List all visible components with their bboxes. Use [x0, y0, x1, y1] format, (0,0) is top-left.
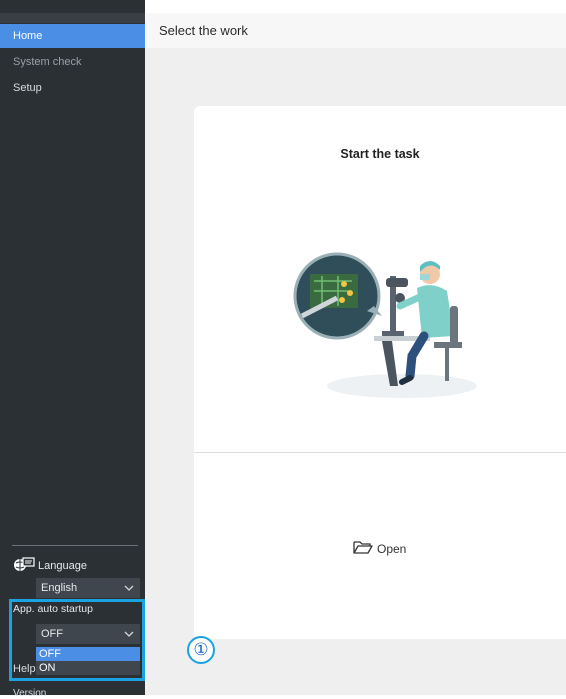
sidebar: Home System check Setup Language English…	[0, 0, 145, 699]
card-divider	[194, 452, 566, 453]
main-area: Select the work Start the task Open	[145, 13, 566, 695]
callout-highlight-box	[9, 599, 145, 681]
sidebar-top-strip	[0, 13, 145, 23]
language-label: Language	[13, 556, 87, 575]
card-title: Start the task	[340, 147, 420, 161]
version-label: Version	[13, 688, 47, 699]
sidebar-divider	[12, 545, 138, 546]
folder-open-icon	[353, 539, 373, 558]
open-button[interactable]: Open	[353, 539, 406, 558]
task-card[interactable]: Start the task Open	[194, 106, 566, 639]
globe-icon	[13, 556, 35, 575]
open-button-label: Open	[377, 541, 407, 556]
sidebar-item-system-check[interactable]: System check	[0, 50, 145, 74]
language-label-text: Language	[38, 559, 87, 572]
header: Select the work	[145, 13, 566, 48]
page-title: Select the work	[159, 23, 248, 38]
language-select-value: English	[41, 582, 78, 594]
callout-number-badge: ①	[187, 636, 215, 664]
language-select[interactable]: English	[36, 578, 140, 598]
technician-microscope-illustration	[293, 252, 477, 398]
sidebar-item-setup[interactable]: Setup	[0, 76, 145, 100]
sidebar-item-home[interactable]: Home	[0, 24, 145, 48]
